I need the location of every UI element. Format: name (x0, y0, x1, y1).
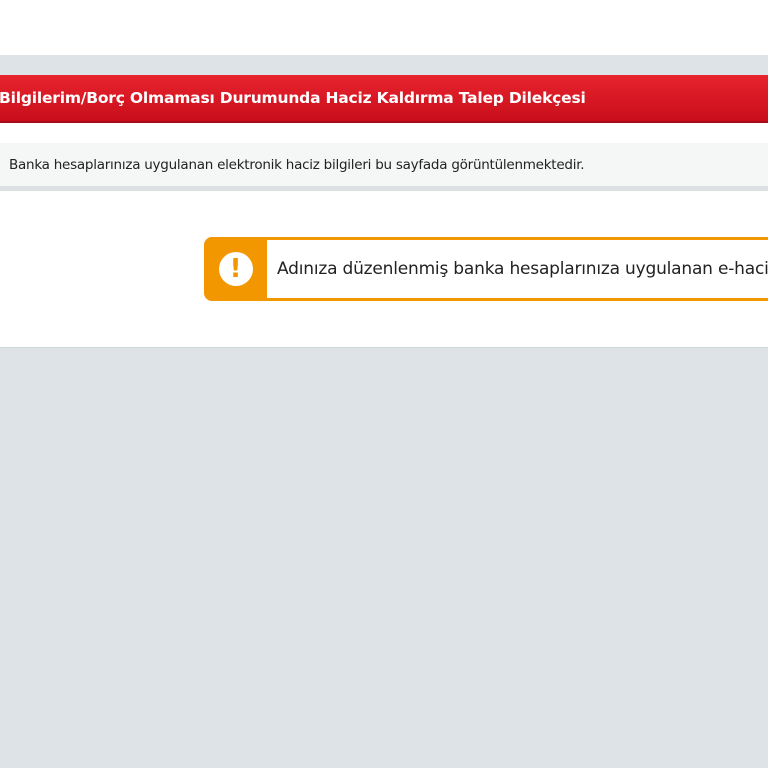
info-box: Banka hesaplarınıza uygulanan elektronik… (0, 143, 768, 191)
alert-icon-container: ! (204, 237, 267, 301)
page-header: Bilgilerim/Borç Olmaması Durumunda Haciz… (0, 75, 768, 123)
main-content: Banka hesaplarınıza uygulanan elektronik… (0, 123, 768, 348)
alert-text: Adınıza düzenlenmiş banka hesaplarınıza … (277, 259, 768, 279)
top-bar (0, 0, 768, 55)
exclamation-icon: ! (218, 252, 253, 286)
page-title: Bilgilerim/Borç Olmaması Durumunda Haciz… (0, 89, 586, 107)
alert-body: Adınıza düzenlenmiş banka hesaplarınıza … (267, 240, 768, 298)
warning-alert: ! Adınıza düzenlenmiş banka hesaplarınız… (204, 237, 768, 301)
info-text: Banka hesaplarınıza uygulanan elektronik… (9, 156, 585, 173)
